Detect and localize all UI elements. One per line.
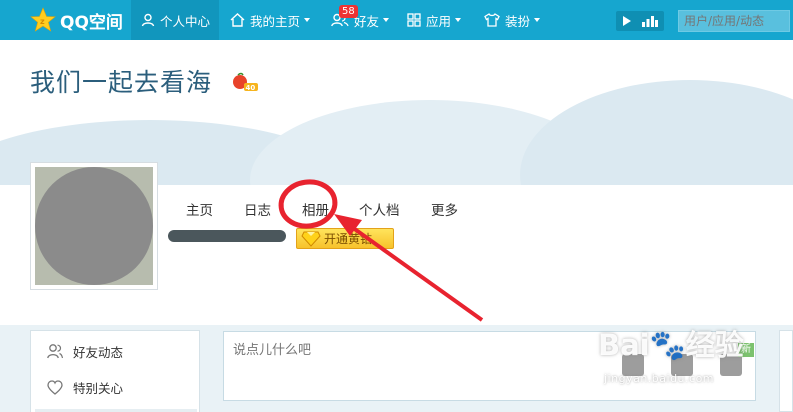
avatar-mosaic: [35, 167, 153, 285]
svg-text:z: z: [40, 17, 45, 26]
qq-number-redacted: [168, 230, 286, 242]
nav-personal-center[interactable]: 个人中心: [131, 0, 219, 40]
sidebar-item-friend-feed[interactable]: 好友动态: [47, 341, 123, 361]
yellow-diamond-icon: [301, 231, 321, 247]
friends-icon: [47, 344, 63, 359]
baidu-jingyan-watermark: Bai🐾经验 jingyan.baidu.com: [598, 322, 758, 392]
sidebar-item-label: 特别关心: [73, 380, 124, 396]
chevron-down-icon: [455, 18, 462, 22]
tab-album[interactable]: 相册: [302, 199, 329, 219]
nav-my-homepage[interactable]: 我的主页: [230, 0, 311, 40]
tab-more[interactable]: 更多: [431, 199, 458, 219]
status-input[interactable]: [224, 332, 604, 372]
sidebar-item-label: 好友动态: [73, 344, 124, 360]
left-sidebar: 好友动态 特别关心: [30, 330, 200, 412]
nav-label: 应用: [426, 13, 452, 29]
right-panel-edge: [779, 330, 793, 412]
nav-label: 个人中心: [160, 13, 211, 29]
person-icon: [141, 13, 155, 27]
chevron-down-icon: [534, 18, 541, 22]
apps-grid-icon: [407, 13, 421, 27]
tab-blog[interactable]: 日志: [244, 199, 271, 219]
nav-decorate[interactable]: 装扮: [484, 0, 541, 40]
open-vip-button[interactable]: 开通黄钻: [296, 228, 394, 249]
open-vip-label: 开通黄钻: [324, 232, 373, 246]
nav-label: 装扮: [505, 13, 531, 29]
level-badge-icon[interactable]: 40: [232, 72, 258, 92]
home-icon: [230, 13, 245, 27]
qzone-logo[interactable]: z QQ空间: [30, 6, 123, 34]
brand-name: QQ空间: [60, 12, 123, 33]
avatar-image: [35, 167, 153, 285]
nav-label: 我的主页: [250, 13, 301, 29]
avatar[interactable]: [30, 162, 158, 290]
watermark-brand: Bai🐾经验: [598, 328, 744, 362]
space-title: 我们一起去看海: [30, 68, 213, 97]
nav-apps[interactable]: 应用: [407, 0, 462, 40]
tab-home[interactable]: 主页: [186, 199, 213, 219]
heart-icon: [47, 379, 63, 395]
qzone-star-icon: z: [30, 7, 56, 32]
tshirt-icon: [484, 13, 500, 27]
watermark-url: jingyan.baidu.com: [604, 372, 715, 385]
chevron-down-icon: [383, 18, 390, 22]
top-nav-bar: z QQ空间 个人中心 我的主页 好友 58 应用 装扮: [0, 0, 793, 40]
svg-text:40: 40: [246, 84, 256, 92]
sidebar-item-special-care[interactable]: 特别关心: [47, 377, 123, 397]
nav-label: 好友: [354, 13, 380, 29]
music-player[interactable]: [616, 11, 664, 31]
equalizer-icon: [642, 16, 658, 27]
search-input[interactable]: [678, 10, 790, 32]
play-icon[interactable]: [622, 15, 632, 27]
friends-count-badge: 58: [339, 5, 358, 18]
chevron-down-icon: [304, 18, 311, 22]
tab-profile[interactable]: 个人档: [359, 199, 400, 219]
